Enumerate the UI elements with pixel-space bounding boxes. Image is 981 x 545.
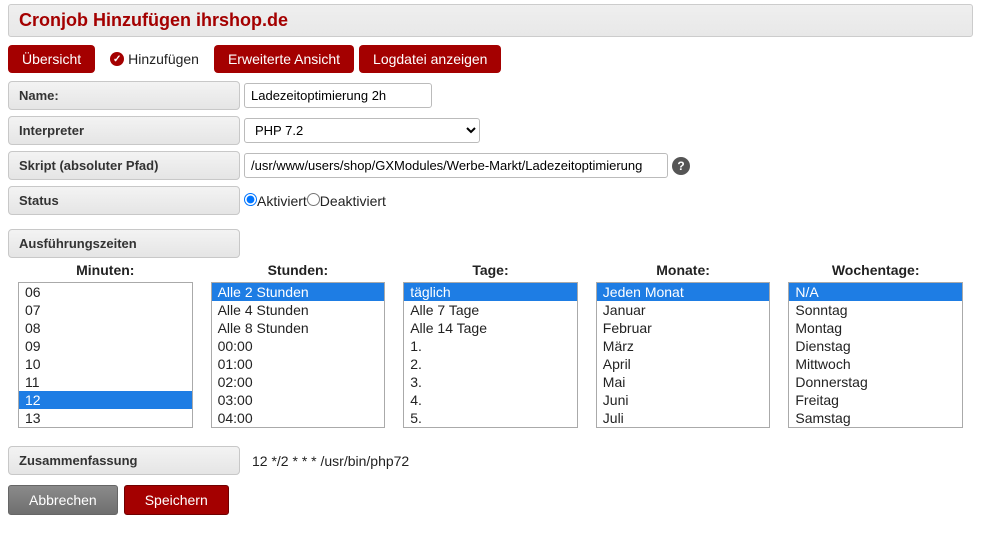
months-label: Monate:	[596, 262, 771, 278]
weekdays-listbox[interactable]: N/ASonntagMontagDienstagMittwochDonnerst…	[788, 282, 963, 428]
list-item[interactable]: Samstag	[789, 409, 962, 427]
list-item[interactable]: 07	[19, 301, 192, 319]
list-item[interactable]: Sonntag	[789, 301, 962, 319]
list-item[interactable]: 04:00	[212, 409, 385, 427]
tab-overview[interactable]: Übersicht	[8, 45, 95, 73]
save-button[interactable]: Speichern	[124, 485, 229, 515]
list-item[interactable]: 08	[19, 319, 192, 337]
list-item[interactable]: 2.	[404, 355, 577, 373]
weekdays-label: Wochentage:	[788, 262, 963, 278]
status-deactivated-radio[interactable]	[307, 193, 320, 206]
list-item[interactable]: Freitag	[789, 391, 962, 409]
list-item[interactable]: 5.	[404, 409, 577, 427]
status-deactivated-option[interactable]: Deaktiviert	[307, 193, 386, 209]
list-item[interactable]: Alle 4 Stunden	[212, 301, 385, 319]
list-item[interactable]: 3.	[404, 373, 577, 391]
list-item[interactable]: 06	[19, 283, 192, 301]
list-item[interactable]: Alle 14 Tage	[404, 319, 577, 337]
list-item[interactable]: Jeden Monat	[597, 283, 770, 301]
list-item[interactable]: Alle 2 Stunden	[212, 283, 385, 301]
tab-extended[interactable]: Erweiterte Ansicht	[214, 45, 354, 73]
script-label: Skript (absoluter Pfad)	[8, 151, 240, 180]
list-item[interactable]: Montag	[789, 319, 962, 337]
check-circle-icon: ✓	[110, 52, 124, 66]
list-item[interactable]: Alle 8 Stunden	[212, 319, 385, 337]
list-item[interactable]: 03:00	[212, 391, 385, 409]
months-listbox[interactable]: Jeden MonatJanuarFebruarMärzAprilMaiJuni…	[596, 282, 771, 428]
interpreter-select[interactable]: PHP 7.2	[244, 118, 480, 143]
name-input[interactable]	[244, 83, 432, 108]
page-title-bar: Cronjob Hinzufügen ihrshop.de	[8, 4, 973, 37]
days-listbox[interactable]: täglichAlle 7 TageAlle 14 Tage1.2.3.4.5.	[403, 282, 578, 428]
tab-log[interactable]: Logdatei anzeigen	[359, 45, 501, 73]
list-item[interactable]: Dienstag	[789, 337, 962, 355]
list-item[interactable]: 00:00	[212, 337, 385, 355]
list-item[interactable]: 11	[19, 373, 192, 391]
minutes-listbox[interactable]: 0607080910111213	[18, 282, 193, 428]
list-item[interactable]: Mittwoch	[789, 355, 962, 373]
minutes-label: Minuten:	[18, 262, 193, 278]
tab-add-current: ✓ Hinzufügen	[100, 45, 209, 73]
hours-listbox[interactable]: Alle 2 StundenAlle 4 StundenAlle 8 Stund…	[211, 282, 386, 428]
hours-label: Stunden:	[211, 262, 386, 278]
list-item[interactable]: 4.	[404, 391, 577, 409]
page-title: Cronjob Hinzufügen ihrshop.de	[19, 10, 962, 31]
status-activated-option[interactable]: Aktiviert	[244, 193, 307, 209]
tab-add-label: Hinzufügen	[128, 51, 199, 67]
list-item[interactable]: 09	[19, 337, 192, 355]
summary-label: Zusammenfassung	[8, 446, 240, 475]
status-activated-radio[interactable]	[244, 193, 257, 206]
tab-bar: Übersicht ✓ Hinzufügen Erweiterte Ansich…	[8, 45, 973, 73]
list-item[interactable]: März	[597, 337, 770, 355]
script-input[interactable]	[244, 153, 668, 178]
list-item[interactable]: 01:00	[212, 355, 385, 373]
list-item[interactable]: 13	[19, 409, 192, 427]
list-item[interactable]: 1.	[404, 337, 577, 355]
interpreter-label: Interpreter	[8, 116, 240, 145]
summary-text: 12 */2 * * * /usr/bin/php72	[252, 453, 409, 469]
list-item[interactable]: 10	[19, 355, 192, 373]
list-item[interactable]: Februar	[597, 319, 770, 337]
help-icon[interactable]: ?	[672, 157, 690, 175]
list-item[interactable]: Januar	[597, 301, 770, 319]
list-item[interactable]: Juni	[597, 391, 770, 409]
list-item[interactable]: 12	[19, 391, 192, 409]
list-item[interactable]: Juli	[597, 409, 770, 427]
list-item[interactable]: 02:00	[212, 373, 385, 391]
days-label: Tage:	[403, 262, 578, 278]
name-label: Name:	[8, 81, 240, 110]
times-row: Minuten: 0607080910111213 Stunden: Alle …	[18, 262, 963, 428]
cancel-button[interactable]: Abbrechen	[8, 485, 118, 515]
list-item[interactable]: Donnerstag	[789, 373, 962, 391]
list-item[interactable]: Mai	[597, 373, 770, 391]
times-heading: Ausführungszeiten	[8, 229, 240, 258]
list-item[interactable]: April	[597, 355, 770, 373]
list-item[interactable]: N/A	[789, 283, 962, 301]
list-item[interactable]: täglich	[404, 283, 577, 301]
list-item[interactable]: Alle 7 Tage	[404, 301, 577, 319]
status-label: Status	[8, 186, 240, 215]
